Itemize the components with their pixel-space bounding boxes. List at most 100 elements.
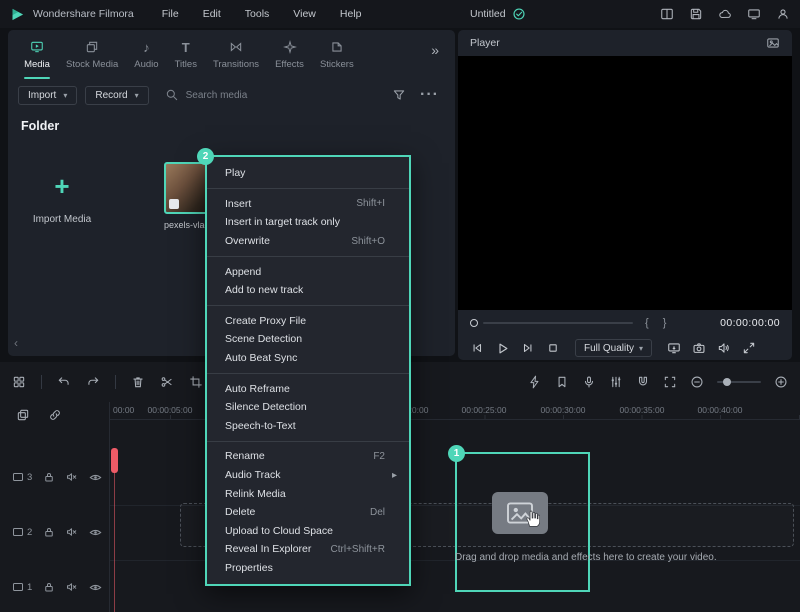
- cloud-icon[interactable]: [718, 7, 732, 21]
- menu-item-append[interactable]: Append: [207, 262, 409, 281]
- audio-mixer-icon[interactable]: [609, 375, 623, 389]
- menu-bar: File Edit Tools View Help: [162, 8, 362, 20]
- menu-item-play[interactable]: Play: [207, 164, 409, 183]
- snap-magnet-icon[interactable]: [636, 375, 650, 389]
- menu-file[interactable]: File: [162, 8, 179, 20]
- menu-item-create-proxy-file[interactable]: Create Proxy File: [207, 312, 409, 331]
- mute-track-icon[interactable]: [66, 526, 78, 538]
- menu-item-shortcut: Shift+O: [351, 236, 399, 247]
- menu-help[interactable]: Help: [340, 8, 362, 20]
- tab-transitions[interactable]: Transitions: [205, 39, 267, 70]
- more-icon[interactable]: ···: [420, 86, 439, 104]
- render-preview-icon[interactable]: [528, 375, 542, 389]
- filter-icon[interactable]: [392, 88, 406, 102]
- menu-item-audio-track[interactable]: Audio Track▸: [207, 466, 409, 485]
- volume-icon[interactable]: [717, 341, 731, 355]
- tabs-expand-icon[interactable]: »: [431, 42, 439, 58]
- player-mode-icon[interactable]: [766, 36, 780, 50]
- manage-tracks-icon[interactable]: [16, 408, 30, 422]
- quality-selector[interactable]: Full Quality ▾: [575, 339, 652, 357]
- second-display-icon[interactable]: [667, 341, 681, 355]
- playhead-handle[interactable]: [111, 448, 118, 473]
- track-type: 3: [12, 471, 32, 483]
- hide-track-icon[interactable]: [89, 471, 102, 484]
- import-button[interactable]: Import ▾: [18, 86, 77, 105]
- project-name[interactable]: Untitled: [470, 8, 506, 20]
- tab-audio[interactable]: ♪ Audio: [126, 39, 166, 70]
- zoom-fit-icon[interactable]: [663, 375, 677, 389]
- hide-track-icon[interactable]: [89, 581, 102, 594]
- tab-effects[interactable]: Effects: [267, 39, 312, 70]
- cast-icon[interactable]: [747, 7, 761, 21]
- panel-collapse-icon[interactable]: ‹: [14, 336, 18, 350]
- seek-bar[interactable]: [483, 322, 633, 324]
- menu-item-overwrite[interactable]: OverwriteShift+O: [207, 232, 409, 251]
- record-button[interactable]: Record ▾: [85, 86, 148, 105]
- menu-tools[interactable]: Tools: [245, 8, 270, 20]
- fullscreen-icon[interactable]: [742, 341, 756, 355]
- redo-button[interactable]: [86, 375, 100, 389]
- player-title: Player: [470, 37, 500, 49]
- menu-item-delete[interactable]: DeleteDel: [207, 503, 409, 522]
- zoom-out-button[interactable]: [690, 375, 704, 389]
- lock-track-icon[interactable]: [43, 581, 55, 593]
- marker-icon[interactable]: [555, 375, 569, 389]
- menu-item-rename[interactable]: RenameF2: [207, 447, 409, 466]
- mark-in-out: { }: [645, 317, 666, 329]
- toolbox-icon[interactable]: [12, 375, 26, 389]
- player-controls: Full Quality ▾: [458, 336, 792, 360]
- voiceover-mic-icon[interactable]: [582, 375, 596, 389]
- menu-item-relink-media[interactable]: Relink Media: [207, 484, 409, 503]
- hide-track-icon[interactable]: [89, 526, 102, 539]
- split-scissors-button[interactable]: [160, 375, 174, 389]
- menu-item-upload-to-cloud[interactable]: Upload to Cloud Space: [207, 522, 409, 541]
- next-frame-button[interactable]: [521, 341, 535, 355]
- search-input[interactable]: [186, 90, 336, 101]
- tab-titles[interactable]: T Titles: [167, 39, 205, 70]
- menu-item-label: Insert in target track only: [225, 216, 340, 228]
- app-name: Wondershare Filmora: [33, 8, 134, 20]
- previous-frame-button[interactable]: [470, 341, 484, 355]
- zoom-slider[interactable]: [717, 381, 761, 383]
- menu-item-label: Add to new track: [225, 284, 303, 296]
- link-clips-icon[interactable]: [48, 408, 62, 422]
- mute-track-icon[interactable]: [66, 581, 78, 593]
- menu-item-auto-reframe[interactable]: Auto Reframe: [207, 379, 409, 398]
- zoom-in-button[interactable]: [774, 375, 788, 389]
- save-icon[interactable]: [689, 7, 703, 21]
- crop-button[interactable]: [189, 375, 203, 389]
- tab-stickers[interactable]: Stickers: [312, 39, 362, 70]
- mark-in-button[interactable]: {: [645, 317, 649, 329]
- tab-media[interactable]: Media: [16, 39, 58, 79]
- menu-item-reveal-in-explorer[interactable]: Reveal In ExplorerCtrl+Shift+R: [207, 540, 409, 559]
- mute-track-icon[interactable]: [66, 471, 78, 483]
- mark-out-button[interactable]: }: [663, 317, 667, 329]
- seek-handle[interactable]: [470, 319, 478, 327]
- menu-separator: [207, 256, 409, 257]
- menu-view[interactable]: View: [293, 8, 316, 20]
- menu-item-auto-beat-sync[interactable]: Auto Beat Sync: [207, 349, 409, 368]
- menu-item-silence-detection[interactable]: Silence Detection: [207, 398, 409, 417]
- ruler-tick: 00:00:40:00: [698, 405, 743, 415]
- account-icon[interactable]: [776, 7, 790, 21]
- stop-button[interactable]: [546, 341, 560, 355]
- zoom-slider-knob[interactable]: [723, 378, 731, 386]
- menu-edit[interactable]: Edit: [203, 8, 221, 20]
- menu-item-insert[interactable]: InsertShift+I: [207, 195, 409, 214]
- menu-item-add-to-new-track[interactable]: Add to new track: [207, 281, 409, 300]
- menu-item-properties[interactable]: Properties: [207, 559, 409, 578]
- ruler-tick: 00:00:25:00: [462, 405, 507, 415]
- undo-button[interactable]: [57, 375, 71, 389]
- toolbar-divider: [41, 375, 42, 389]
- menu-item-insert-target-track[interactable]: Insert in target track only: [207, 213, 409, 232]
- lock-track-icon[interactable]: [43, 471, 55, 483]
- play-button[interactable]: [495, 341, 510, 356]
- tab-stock-media[interactable]: Stock Media: [58, 39, 126, 70]
- delete-button[interactable]: [131, 375, 145, 389]
- import-media-tile[interactable]: + Import Media: [28, 164, 96, 225]
- menu-item-speech-to-text[interactable]: Speech-to-Text: [207, 417, 409, 436]
- layout-icon[interactable]: [660, 7, 674, 21]
- lock-track-icon[interactable]: [43, 526, 55, 538]
- snapshot-icon[interactable]: [692, 341, 706, 355]
- menu-item-scene-detection[interactable]: Scene Detection: [207, 330, 409, 349]
